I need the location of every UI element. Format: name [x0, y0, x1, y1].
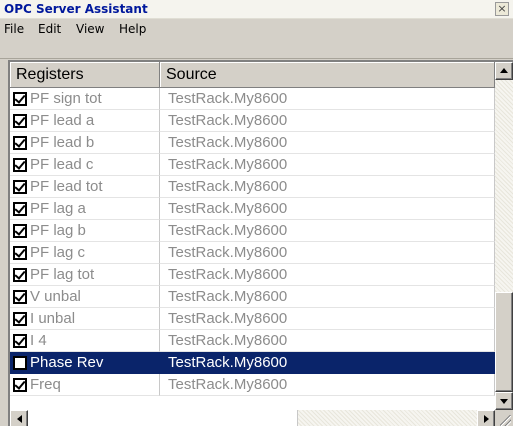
source-cell: TestRack.My8600	[160, 308, 495, 330]
horizontal-scrollbar[interactable]	[10, 410, 495, 426]
source-cell: TestRack.My8600	[160, 352, 495, 374]
register-cell: PF lag a	[10, 198, 160, 220]
source-cell: TestRack.My8600	[160, 220, 495, 242]
register-name: PF lag c	[30, 244, 86, 261]
register-cell: PF lead b	[10, 132, 160, 154]
list-item[interactable]: I unbal TestRack.My8600	[10, 308, 495, 330]
scroll-right-arrow-icon[interactable]	[477, 410, 495, 426]
register-cell: I unbal	[10, 308, 160, 330]
source-cell: TestRack.My8600	[160, 110, 495, 132]
checkbox-icon[interactable]	[13, 224, 27, 238]
register-cell: V unbal	[10, 286, 160, 308]
list-item[interactable]: PF sign tot TestRack.My8600	[10, 88, 495, 110]
list-item[interactable]: PF lead tot TestRack.My8600	[10, 176, 495, 198]
menu-bar: File Edit View Help	[0, 19, 513, 59]
register-name: PF sign tot	[30, 90, 102, 107]
source-cell: TestRack.My8600	[160, 154, 495, 176]
list-item[interactable]: PF lag b TestRack.My8600	[10, 220, 495, 242]
menu-help[interactable]: Help	[119, 22, 146, 36]
register-name: PF lead b	[30, 134, 95, 151]
source-cell: TestRack.My8600	[160, 374, 495, 396]
register-cell: Freq	[10, 374, 160, 396]
list-item[interactable]: PF lag tot TestRack.My8600	[10, 264, 495, 286]
checkbox-icon[interactable]	[13, 312, 27, 326]
register-name: Phase Rev	[30, 354, 104, 371]
list-item[interactable]: V unbal TestRack.My8600	[10, 286, 495, 308]
list-item[interactable]: PF lead a TestRack.My8600	[10, 110, 495, 132]
list-item[interactable]: PF lag a TestRack.My8600	[10, 198, 495, 220]
register-cell: I 4	[10, 330, 160, 352]
register-name: V unbal	[30, 288, 81, 305]
vertical-scroll-thumb[interactable]	[495, 292, 513, 392]
register-cell: Phase Rev	[10, 352, 160, 374]
list-item[interactable]: PF lead b TestRack.My8600	[10, 132, 495, 154]
list-item[interactable]: Freq TestRack.My8600	[10, 374, 495, 396]
column-header-registers[interactable]: Registers	[10, 62, 160, 88]
register-cell: PF lag c	[10, 242, 160, 264]
source-cell: TestRack.My8600	[160, 242, 495, 264]
register-cell: PF sign tot	[10, 88, 160, 110]
source-cell: TestRack.My8600	[160, 330, 495, 352]
registers-list[interactable]: Registers Source PF sign tot TestRack.My8…	[8, 60, 513, 426]
register-name: PF lag tot	[30, 266, 95, 283]
register-name: Freq	[30, 376, 61, 393]
register-name: I unbal	[30, 310, 76, 327]
list-item[interactable]: PF lead c TestRack.My8600	[10, 154, 495, 176]
source-cell: TestRack.My8600	[160, 88, 495, 110]
source-cell: TestRack.My8600	[160, 286, 495, 308]
scroll-left-arrow-icon[interactable]	[10, 410, 28, 426]
checkbox-icon[interactable]	[13, 158, 27, 172]
scrollbar-corner	[495, 410, 513, 426]
vertical-scrollbar[interactable]	[495, 62, 513, 410]
checkbox-icon[interactable]	[13, 114, 27, 128]
window-title: OPC Server Assistant	[4, 2, 148, 16]
resize-grip-icon[interactable]	[500, 415, 511, 426]
register-name: I 4	[30, 332, 47, 349]
title-bar: OPC Server Assistant ×	[0, 0, 513, 19]
register-name: PF lead c	[30, 156, 94, 173]
list-header: Registers Source	[10, 62, 495, 88]
register-name: PF lead tot	[30, 178, 103, 195]
source-cell: TestRack.My8600	[160, 198, 495, 220]
list-item[interactable]: Phase Rev TestRack.My8600	[10, 352, 495, 374]
register-cell: PF lead a	[10, 110, 160, 132]
list-item[interactable]: PF lag c TestRack.My8600	[10, 242, 495, 264]
checkbox-icon[interactable]	[13, 290, 27, 304]
checkbox-icon[interactable]	[13, 180, 27, 194]
checkbox-icon[interactable]	[13, 378, 27, 392]
register-cell: PF lag tot	[10, 264, 160, 286]
menu-file[interactable]: File	[4, 22, 24, 36]
checkbox-icon[interactable]	[13, 202, 27, 216]
list-item[interactable]: I 4 TestRack.My8600	[10, 330, 495, 352]
opc-server-assistant-window: OPC Server Assistant × File Edit View He…	[0, 0, 513, 426]
checkbox-icon[interactable]	[13, 246, 27, 260]
menu-view[interactable]: View	[76, 22, 104, 36]
register-name: PF lag b	[30, 222, 86, 239]
checkbox-icon[interactable]	[13, 268, 27, 282]
menu-edit[interactable]: Edit	[38, 22, 61, 36]
register-cell: PF lead c	[10, 154, 160, 176]
checkbox-icon[interactable]	[13, 136, 27, 150]
checkbox-icon[interactable]	[13, 356, 27, 370]
scroll-down-arrow-icon[interactable]	[495, 392, 513, 410]
column-header-source[interactable]: Source	[160, 62, 495, 88]
source-cell: TestRack.My8600	[160, 176, 495, 198]
horizontal-scroll-thumb[interactable]	[28, 410, 298, 426]
register-cell: PF lead tot	[10, 176, 160, 198]
source-cell: TestRack.My8600	[160, 264, 495, 286]
register-cell: PF lag b	[10, 220, 160, 242]
checkbox-icon[interactable]	[13, 92, 27, 106]
source-cell: TestRack.My8600	[160, 132, 495, 154]
close-icon[interactable]: ×	[495, 2, 509, 16]
register-name: PF lead a	[30, 112, 95, 129]
checkbox-icon[interactable]	[13, 334, 27, 348]
scroll-up-arrow-icon[interactable]	[495, 62, 513, 80]
register-name: PF lag a	[30, 200, 86, 217]
